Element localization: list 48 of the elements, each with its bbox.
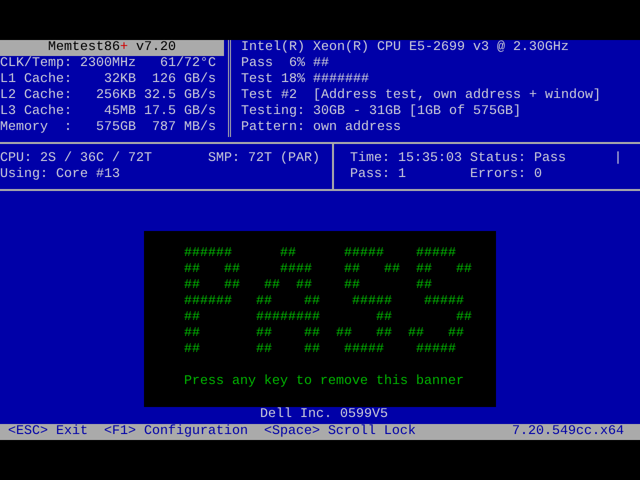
key-hint: <ESC> Exit — [8, 424, 88, 440]
vendor-name: Dell Inc. 0599V5 — [260, 407, 388, 423]
time-label: Time: — [350, 151, 391, 167]
info-label: L2 Cache: — [0, 88, 72, 104]
key-hint: <F1> Configuration — [104, 424, 248, 440]
info-value: 787 MB/s — [151, 120, 216, 136]
progress-label: Pass — [241, 56, 274, 72]
info-value: 126 GB/s — [151, 72, 216, 88]
info-label: Testing: — [241, 104, 306, 120]
info-value: 256KB — [95, 88, 136, 104]
info-value: 32.5 GB/s — [143, 88, 216, 104]
key-hint: <Space> Scroll Lock — [264, 424, 416, 440]
status-label: Status: — [470, 151, 527, 167]
pass-ascii-art: ###### ## ##### ##### ## ## #### ## ## ## ## ## ## ## ## ## ## ###### ## ## ##### ##### ## ######## ## ## ## ## ## ## ## ## ## ## ## ## ##### ##### — [184, 246, 473, 359]
info-value: 17.5 GB/s — [143, 104, 216, 120]
info-value: 61/72°C — [159, 56, 216, 72]
status-value: Pass — [534, 151, 567, 167]
info-value: 45MB — [103, 104, 136, 120]
spinner: | — [614, 151, 622, 167]
banner-message: Press any key to remove this banner — [184, 374, 465, 390]
info-value: 575GB — [95, 120, 136, 136]
info-value: [Address test, own address + window] — [313, 88, 601, 104]
progress-hashes: ## — [313, 56, 329, 72]
info-label: Test #2 — [241, 88, 298, 104]
info-label: Memory : — [0, 120, 72, 136]
progress-percent: 6% — [288, 56, 305, 72]
pass-count: 1 — [398, 167, 407, 183]
info-value: 2300MHz — [79, 56, 136, 72]
pass-label: Pass: — [350, 167, 391, 183]
smp-info: SMP: 72T (PAR) — [208, 151, 320, 167]
progress-hashes: ####### — [313, 72, 369, 88]
app-title: Memtest86+ v7.20 — [0, 40, 224, 56]
info-label: L3 Cache: — [0, 104, 72, 120]
cpu-name: Intel(R) Xeon(R) CPU E5-2699 v3 @ 2.30GHz — [241, 40, 570, 56]
errors-count: 0 — [534, 167, 542, 183]
time-value: 15:35:03 — [398, 151, 463, 167]
progress-label: Test — [241, 72, 274, 88]
core-info: Using: Core #13 — [0, 167, 121, 183]
info-label: L1 Cache: — [0, 72, 72, 88]
info-label: Pattern: — [241, 120, 306, 136]
progress-percent: 18% — [281, 72, 305, 88]
info-label: CLK/Temp: — [0, 56, 72, 72]
info-value: 30GB - 31GB [1GB of 575GB] — [313, 104, 521, 120]
info-value: 32KB — [103, 72, 136, 88]
errors-label: Errors: — [470, 167, 527, 183]
build-version: 7.20.549cc.x64 — [512, 424, 624, 440]
info-value: own address — [313, 120, 401, 136]
cpu-topology: CPU: 2S / 36C / 72T — [0, 151, 153, 167]
